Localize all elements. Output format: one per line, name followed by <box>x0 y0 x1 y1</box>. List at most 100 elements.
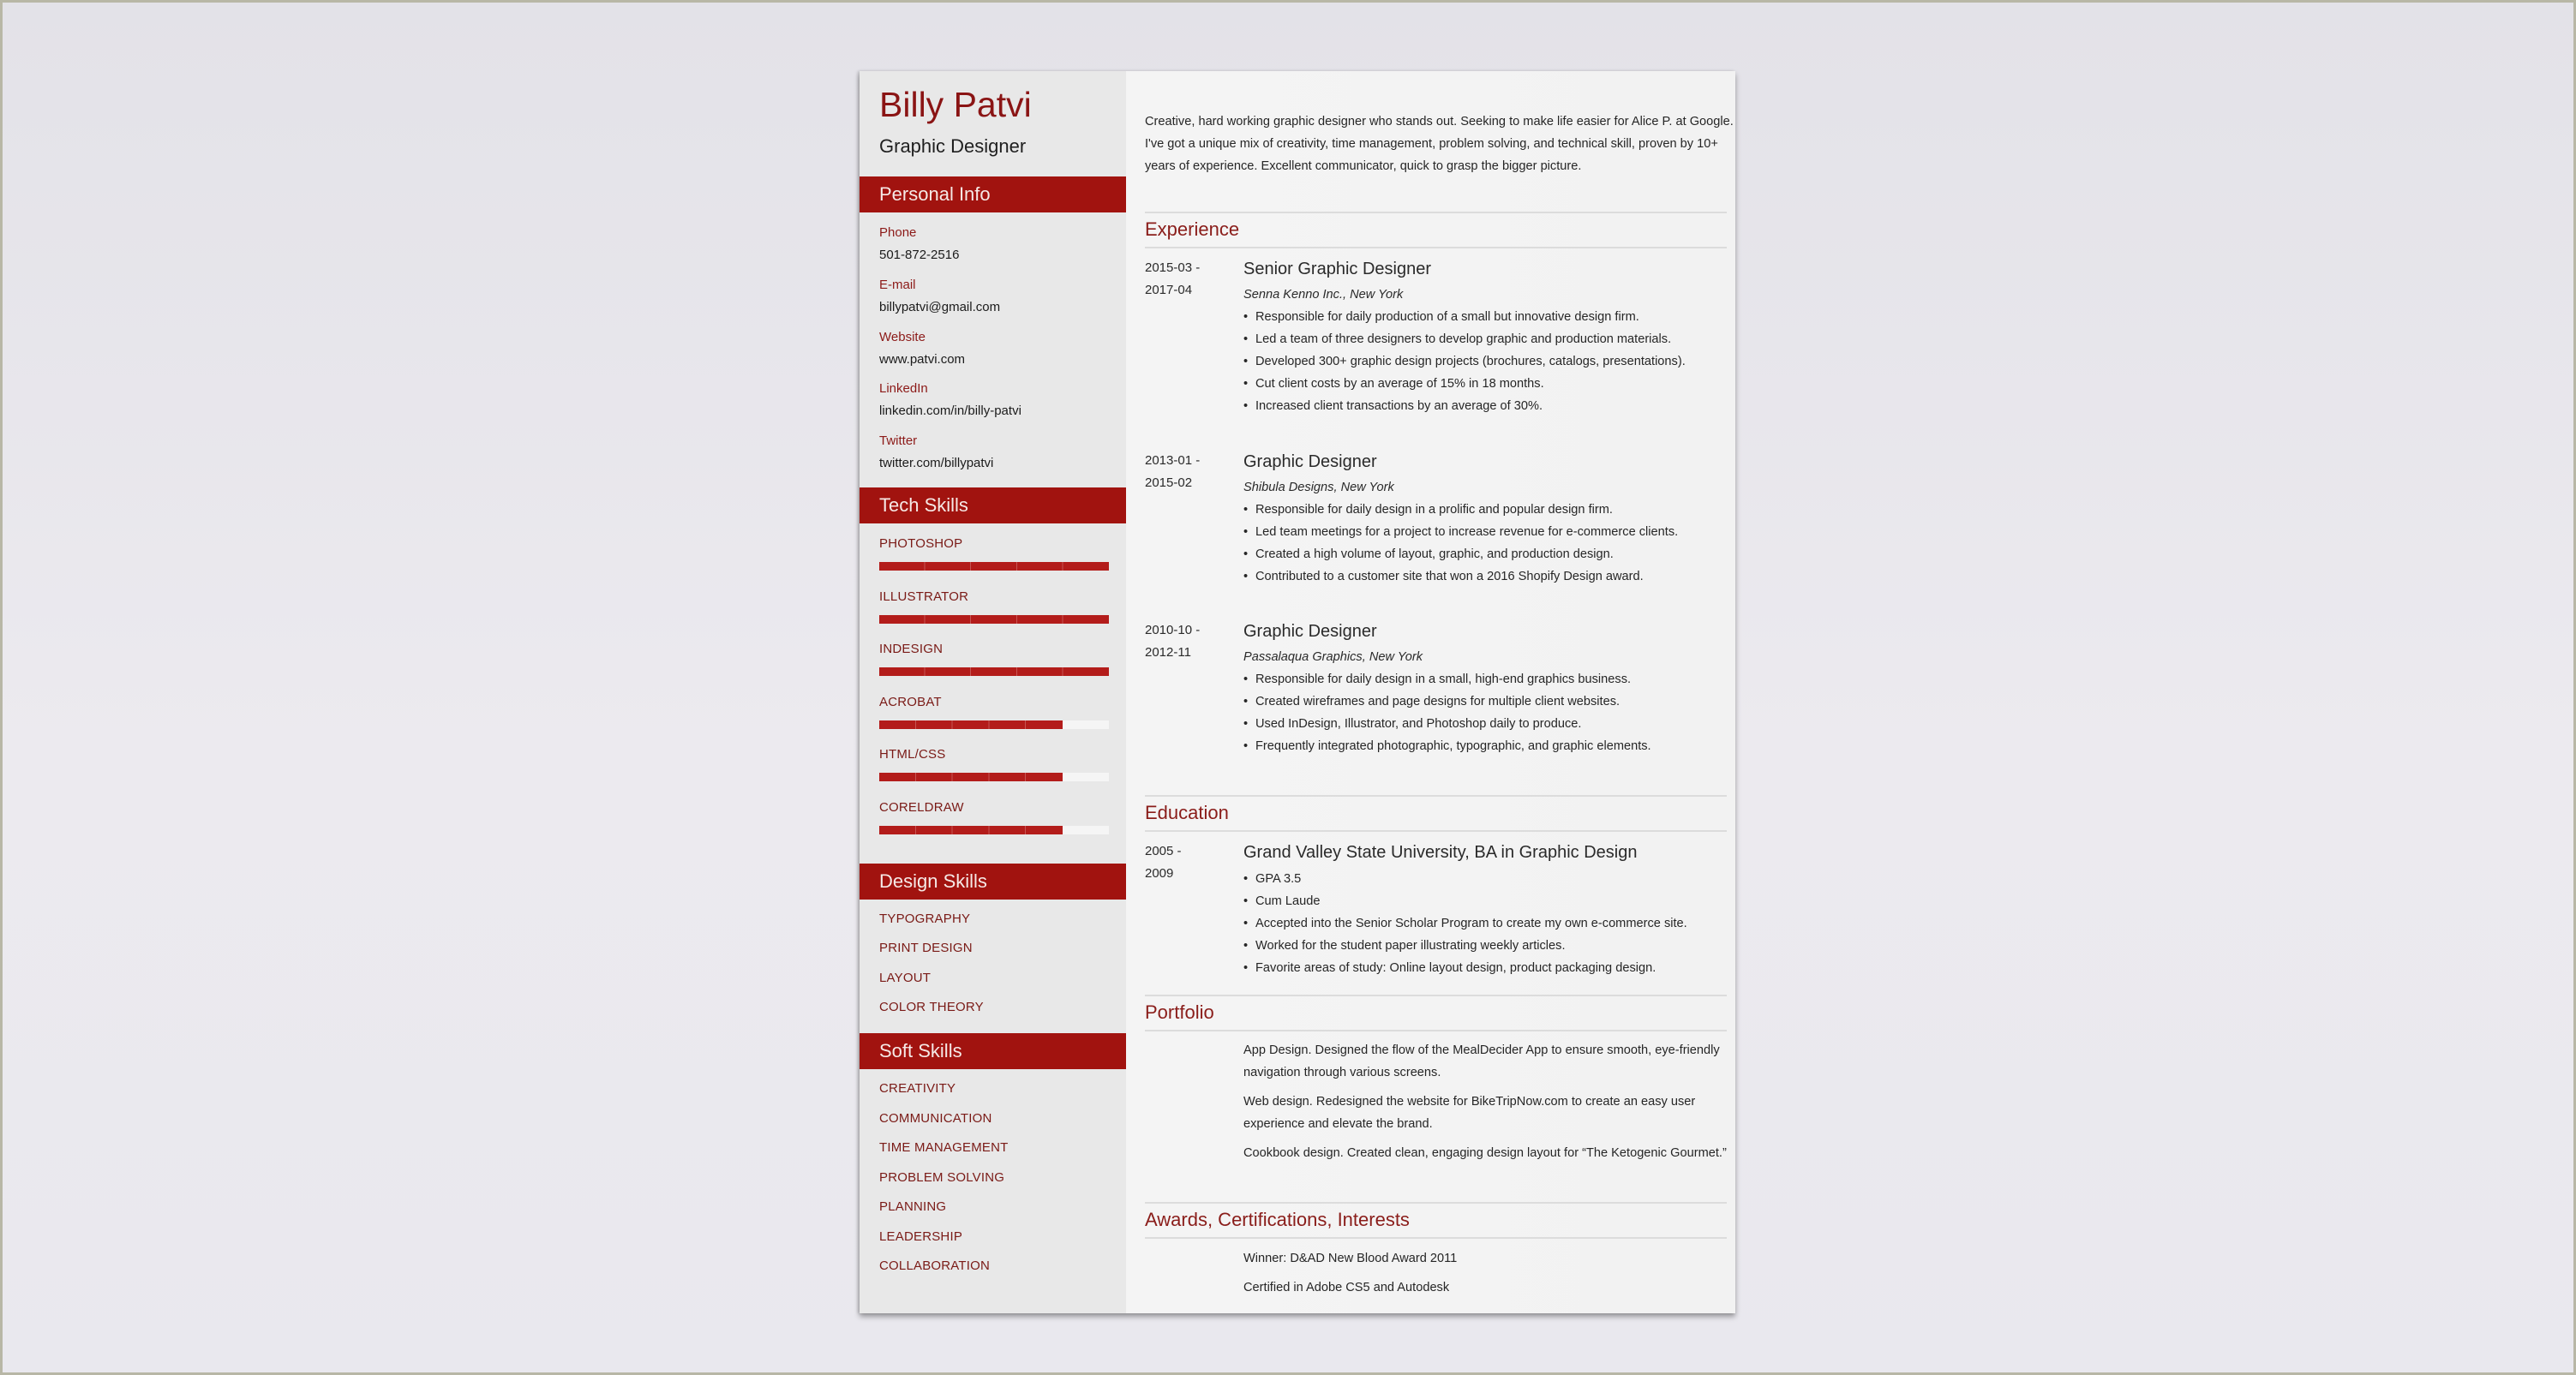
linkedin-value: linkedin.com/in/billy-patvi <box>879 404 1021 418</box>
award-item: Certified in Adobe CS5 and Autodesk <box>1243 1281 1450 1294</box>
tech-skill-bar <box>879 720 1109 729</box>
job-bullets: Responsible for daily design in a prolif… <box>1243 499 1678 588</box>
job-bullet: Created a high volume of layout, graphic… <box>1243 543 1678 565</box>
job-bullets: Responsible for daily design in a small,… <box>1243 668 1651 757</box>
job-bullet: Led team meetings for a project to incre… <box>1243 521 1678 543</box>
job-date-start: 2015-03 - <box>1145 260 1201 275</box>
divider <box>1145 1030 1727 1031</box>
education-bullet: GPA 3.5 <box>1243 868 1687 890</box>
portfolio-item: Cookbook design. Created clean, engaging… <box>1243 1146 1727 1160</box>
education-date-end: 2009 <box>1145 866 1174 881</box>
divider <box>1145 1237 1727 1239</box>
tech-skill-bar-fill <box>879 562 1109 571</box>
job-bullet: Responsible for daily production of a sm… <box>1243 306 1686 328</box>
job-bullets: Responsible for daily production of a sm… <box>1243 306 1686 417</box>
tech-skill-bar <box>879 826 1109 834</box>
tech-skills-heading: Tech Skills <box>860 487 1126 523</box>
education-bullet: Accepted into the Senior Scholar Program… <box>1243 912 1687 935</box>
tech-skill-bar <box>879 615 1109 624</box>
awards-heading: Awards, Certifications, Interests <box>1145 1209 1410 1230</box>
divider <box>1145 1202 1727 1204</box>
education-bullet: Worked for the student paper illustratin… <box>1243 935 1687 957</box>
experience-heading: Experience <box>1145 218 1240 240</box>
personal-info-heading: Personal Info <box>860 176 1126 212</box>
portfolio-heading: Portfolio <box>1145 1001 1214 1023</box>
soft-skill-item: PLANNING <box>879 1199 947 1214</box>
tech-skill-bar-fill <box>879 826 1063 834</box>
design-skills-heading: Design Skills <box>860 864 1126 900</box>
education-bullets: GPA 3.5 Cum Laude Accepted into the Seni… <box>1243 868 1687 979</box>
job-bullet: Frequently integrated photographic, typo… <box>1243 735 1651 757</box>
tech-skill-name: PHOTOSHOP <box>879 536 963 551</box>
soft-skills-heading: Soft Skills <box>860 1033 1126 1069</box>
tech-skill-name: ILLUSTRATOR <box>879 589 969 604</box>
divider <box>1145 212 1727 213</box>
soft-skill-item: LEADERSHIP <box>879 1229 963 1244</box>
soft-skill-item: COMMUNICATION <box>879 1111 992 1126</box>
design-skill-item: TYPOGRAPHY <box>879 912 971 926</box>
tech-skill-bar-fill <box>879 615 1109 624</box>
job-bullet: Increased client transactions by an aver… <box>1243 395 1686 417</box>
candidate-title: Graphic Designer <box>879 135 1027 157</box>
sidebar: Billy Patvi Graphic Designer Personal In… <box>860 71 1126 1313</box>
job-date-start: 2013-01 - <box>1145 453 1201 468</box>
tech-skill-name: INDESIGN <box>879 642 944 656</box>
divider <box>1145 830 1727 832</box>
job-company: Senna Kenno Inc., New York <box>1243 288 1404 302</box>
tech-skill-bar <box>879 773 1109 781</box>
design-skill-item: LAYOUT <box>879 971 932 985</box>
education-degree: Grand Valley State University, BA in Gra… <box>1243 843 1638 862</box>
job-bullet: Led a team of three designers to develop… <box>1243 328 1686 350</box>
tech-skill-bar-fill <box>879 667 1109 676</box>
tech-skill-name: ACROBAT <box>879 695 942 709</box>
soft-skill-item: PROBLEM SOLVING <box>879 1170 1005 1185</box>
job-company: Passalaqua Graphics, New York <box>1243 650 1423 664</box>
job-title: Graphic Designer <box>1243 622 1377 641</box>
main-content: Creative, hard working graphic designer … <box>1126 71 1735 1313</box>
education-bullet: Favorite areas of study: Online layout d… <box>1243 957 1687 979</box>
education-date-start: 2005 - <box>1145 844 1182 858</box>
portfolio-list: App Design. Designed the flow of the Mea… <box>1243 1039 1736 1171</box>
awards-list: Winner: D&AD New Blood Award 2011 Certif… <box>1243 1247 1736 1306</box>
education-heading: Education <box>1145 802 1229 823</box>
design-skill-item: COLOR THEORY <box>879 1000 984 1014</box>
website-value: www.patvi.com <box>879 352 966 367</box>
phone-label: Phone <box>879 225 917 240</box>
job-date-end: 2015-02 <box>1145 475 1193 490</box>
education-bullet: Cum Laude <box>1243 890 1687 912</box>
tech-skill-name: CORELDRAW <box>879 800 964 815</box>
soft-skill-item: COLLABORATION <box>879 1258 991 1273</box>
job-bullet: Developed 300+ graphic design projects (… <box>1243 350 1686 373</box>
twitter-label: Twitter <box>879 433 918 448</box>
job-date-end: 2017-04 <box>1145 283 1193 297</box>
tech-skill-bar <box>879 562 1109 571</box>
resume-page: Billy Patvi Graphic Designer Personal In… <box>860 71 1735 1313</box>
tech-skill-bar-fill <box>879 773 1063 781</box>
job-date-start: 2010-10 - <box>1145 623 1201 637</box>
website-label: Website <box>879 330 926 344</box>
job-bullet: Responsible for daily design in a prolif… <box>1243 499 1678 521</box>
tech-skill-bar <box>879 667 1109 676</box>
job-bullet: Contributed to a customer site that won … <box>1243 565 1678 588</box>
soft-skill-item: CREATIVITY <box>879 1081 956 1096</box>
divider <box>1145 995 1727 996</box>
job-company: Shibula Designs, New York <box>1243 481 1394 494</box>
email-value: billypatvi@gmail.com <box>879 300 1001 314</box>
job-bullet: Responsible for daily design in a small,… <box>1243 668 1651 690</box>
job-bullet: Cut client costs by an average of 15% in… <box>1243 373 1686 395</box>
tech-skill-name: HTML/CSS <box>879 747 946 762</box>
divider <box>1145 795 1727 797</box>
job-bullet: Used InDesign, Illustrator, and Photosho… <box>1243 713 1651 735</box>
job-date-end: 2012-11 <box>1145 645 1191 660</box>
divider <box>1145 247 1727 248</box>
design-skill-item: PRINT DESIGN <box>879 941 973 955</box>
award-item: Winner: D&AD New Blood Award 2011 <box>1243 1252 1458 1265</box>
candidate-name: Billy Patvi <box>879 85 1032 124</box>
job-title: Graphic Designer <box>1243 452 1377 471</box>
twitter-value: twitter.com/billypatvi <box>879 456 994 470</box>
portfolio-item: Web design. Redesigned the website for B… <box>1243 1095 1696 1131</box>
job-title: Senior Graphic Designer <box>1243 260 1431 278</box>
portfolio-item: App Design. Designed the flow of the Mea… <box>1243 1043 1720 1079</box>
linkedin-label: LinkedIn <box>879 381 928 396</box>
phone-value: 501-872-2516 <box>879 248 960 262</box>
